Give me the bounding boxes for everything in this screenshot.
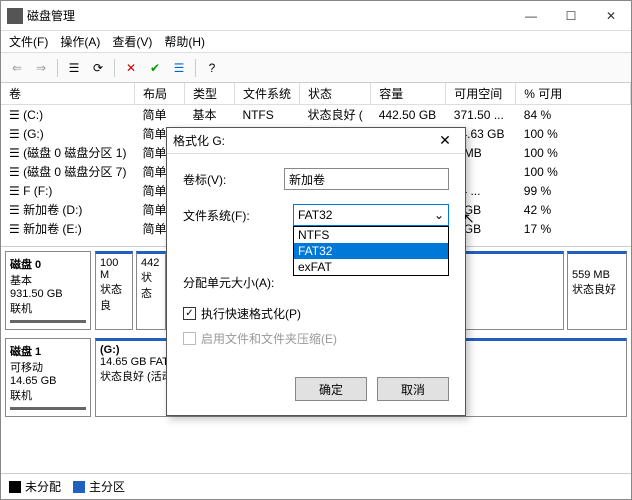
titlebar: 磁盘管理 — ☐ ✕ bbox=[1, 1, 631, 31]
disk-1-name: 磁盘 1 bbox=[10, 346, 41, 358]
compression-checkbox bbox=[183, 332, 196, 345]
partition[interactable]: 559 MB 状态良好 bbox=[567, 251, 627, 330]
window-controls: — ☐ ✕ bbox=[511, 1, 631, 31]
label-volume: 卷标(V): bbox=[183, 171, 284, 188]
toolbar: ⇐ ⇒ ☰ ⟳ ✕ ✔ ☰ ? bbox=[1, 53, 631, 83]
menu-help[interactable]: 帮助(H) bbox=[164, 33, 205, 50]
label-alloc: 分配单元大小(A): bbox=[183, 274, 293, 291]
label-filesystem: 文件系统(F): bbox=[183, 207, 293, 224]
menu-view[interactable]: 查看(V) bbox=[112, 33, 152, 50]
list-icon[interactable]: ☰ bbox=[169, 58, 189, 78]
view1-icon[interactable]: ☰ bbox=[64, 58, 84, 78]
window-title: 磁盘管理 bbox=[27, 7, 75, 24]
minimize-button[interactable]: — bbox=[511, 1, 551, 31]
disk-1-info[interactable]: 磁盘 1 可移动 14.65 GB 联机 bbox=[5, 338, 91, 417]
disk-management-window: 磁盘管理 — ☐ ✕ 文件(F) 操作(A) 查看(V) 帮助(H) ⇐ ⇒ ☰… bbox=[0, 0, 632, 500]
col-fs[interactable]: 文件系统 bbox=[234, 83, 299, 105]
partition[interactable]: 100 M 状态良 bbox=[95, 251, 133, 330]
menubar: 文件(F) 操作(A) 查看(V) 帮助(H) bbox=[1, 31, 631, 53]
filesystem-select[interactable]: FAT32 ⌄ bbox=[293, 204, 449, 226]
col-cap[interactable]: 容量 bbox=[371, 83, 446, 105]
disk-0-name: 磁盘 0 bbox=[10, 259, 41, 271]
filesystem-dropdown: NTFS FAT32 exFAT bbox=[293, 226, 449, 276]
col-vol[interactable]: 卷 bbox=[1, 83, 134, 105]
disk-0-info[interactable]: 磁盘 0 基本 931.50 GB 联机 bbox=[5, 251, 91, 330]
menu-file[interactable]: 文件(F) bbox=[9, 33, 48, 50]
menu-action[interactable]: 操作(A) bbox=[60, 33, 100, 50]
forward-icon[interactable]: ⇒ bbox=[31, 58, 51, 78]
chevron-down-icon: ⌄ bbox=[434, 208, 444, 222]
partition[interactable]: 442 状态 bbox=[136, 251, 166, 330]
cursor-icon: ↖ bbox=[463, 210, 475, 227]
fs-option-ntfs[interactable]: NTFS bbox=[294, 227, 448, 243]
col-status[interactable]: 状态 bbox=[299, 83, 370, 105]
col-free[interactable]: 可用空间 bbox=[446, 83, 516, 105]
legend: 未分配 主分区 bbox=[1, 473, 631, 499]
col-layout[interactable]: 布局 bbox=[134, 83, 184, 105]
dialog-title: 格式化 G: bbox=[173, 132, 225, 149]
col-pct[interactable]: % 可用 bbox=[516, 83, 631, 105]
back-icon[interactable]: ⇐ bbox=[7, 58, 27, 78]
close-button[interactable]: ✕ bbox=[591, 1, 631, 31]
col-type[interactable]: 类型 bbox=[184, 83, 234, 105]
dialog-close-button[interactable]: ✕ bbox=[431, 132, 459, 149]
volume-label-input[interactable] bbox=[284, 168, 449, 190]
swatch-primary bbox=[73, 481, 85, 493]
table-row[interactable]: ☰ (C:)简单基本NTFS状态良好 (442.50 GB371.50 ...8… bbox=[1, 105, 631, 125]
app-icon bbox=[7, 8, 23, 24]
refresh-icon[interactable]: ⟳ bbox=[88, 58, 108, 78]
fs-option-exfat[interactable]: exFAT bbox=[294, 259, 448, 275]
help-icon[interactable]: ? bbox=[202, 58, 222, 78]
maximize-button[interactable]: ☐ bbox=[551, 1, 591, 31]
swatch-unalloc bbox=[9, 481, 21, 493]
format-dialog: 格式化 G: ✕ 卷标(V): 文件系统(F): FAT32 ⌄ NTFS FA… bbox=[166, 127, 466, 416]
fs-option-fat32[interactable]: FAT32 bbox=[294, 243, 448, 259]
delete-icon[interactable]: ✕ bbox=[121, 58, 141, 78]
cancel-button[interactable]: 取消 bbox=[377, 377, 449, 401]
properties-icon[interactable]: ✔ bbox=[145, 58, 165, 78]
ok-button[interactable]: 确定 bbox=[295, 377, 367, 401]
quick-format-checkbox[interactable]: ✓ bbox=[183, 307, 196, 320]
